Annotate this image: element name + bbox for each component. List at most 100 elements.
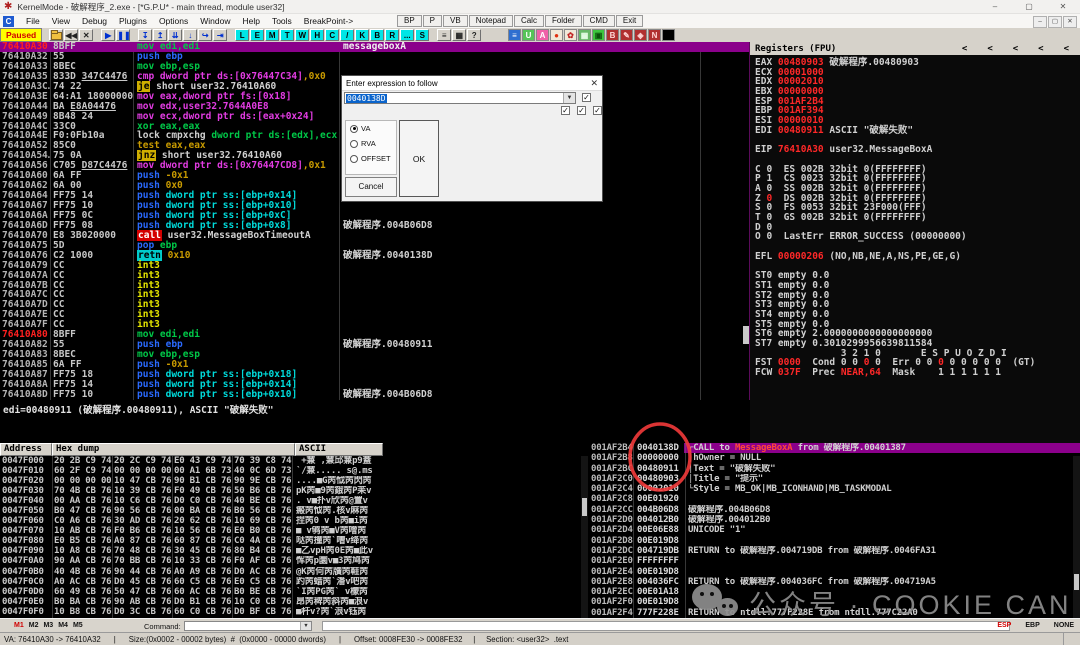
disasm-row[interactable]: 76410A7C CC int3	[0, 290, 749, 300]
hex-row[interactable]: 0047F0A0 90 AA CB 76 70 BB CB 76 10 33 CB 7…	[0, 556, 588, 566]
view-button-L[interactable]: L	[235, 29, 250, 41]
menu-item-tools[interactable]: Tools	[266, 16, 298, 26]
hex-row[interactable]: 0047F040 00 AA CB 76 10 C6 CB 76 D0 C0 CB 7…	[0, 496, 588, 506]
hex-header-ascii[interactable]: ASCII	[295, 443, 383, 456]
disasm-row[interactable]: 76410A83 8BEC mov ebp,esp	[0, 350, 749, 360]
disasm-row[interactable]: 76410A7F CC int3	[0, 320, 749, 330]
memory-mark-m4[interactable]: M4	[58, 622, 68, 629]
option-checkbox-1[interactable]: ✓	[582, 93, 591, 102]
step-button-1[interactable]: ↧	[138, 29, 153, 41]
stack-row[interactable]: 001AF2C0 00480903 │Title = "提示"	[588, 474, 1080, 484]
view-button-slash[interactable]: /	[340, 29, 355, 41]
quick-button-bp[interactable]: BP	[397, 15, 422, 27]
close-icon[interactable]: ✕	[590, 77, 598, 89]
disasm-row[interactable]: 76410A67 FF75 10 push dword ptr ss:[ebp+0x…	[0, 201, 749, 211]
blue-list-icon[interactable]: ≡	[508, 29, 521, 41]
option-checkbox-2[interactable]: ✓	[561, 106, 570, 115]
expression-input[interactable]: 0040138D ▼	[344, 92, 576, 104]
step-button-6[interactable]: ⇥	[213, 29, 228, 41]
red-diamond-icon[interactable]: ◈	[634, 29, 647, 41]
stack-row[interactable]: 001AF2E0 FFFFFFFF	[588, 556, 1080, 566]
quick-button-exit[interactable]: Exit	[615, 15, 644, 27]
quick-button-folder[interactable]: Folder	[544, 15, 582, 27]
green-grid-icon[interactable]: ▦	[578, 29, 591, 41]
option-checkbox-3[interactable]: ✓	[577, 106, 586, 115]
pause-button[interactable]: ❚❚	[116, 29, 131, 41]
disasm-row[interactable]: 76410A87 FF75 18 push dword ptr ss:[ebp+0x…	[0, 369, 749, 380]
stack-row[interactable]: 001AF2B4 0040138D ┌CALL to MessageBoxA fro…	[588, 443, 1080, 454]
hex-header-address[interactable]: Address	[0, 443, 52, 456]
view-button-H[interactable]: H	[310, 29, 325, 41]
minimize-icon[interactable]: –	[978, 0, 1012, 13]
stack-row[interactable]: 001AF2CC 004B06D8 破解程序.004B06D8	[588, 505, 1080, 515]
disasm-row[interactable]: 76410A7E CC int3	[0, 310, 749, 320]
view-button-B[interactable]: B	[370, 29, 385, 41]
open-file-button[interactable]	[49, 29, 64, 41]
view-button-dots[interactable]: ...	[400, 29, 415, 41]
cancel-button[interactable]: Cancel	[345, 177, 397, 197]
hex-row[interactable]: 0047F060 C0 A6 CB 76 30 AD CB 76 20 62 CB 7…	[0, 516, 588, 526]
mdi-child-icon[interactable]: C	[3, 15, 14, 27]
stack-row[interactable]: 001AF2C8 00E01920	[588, 494, 1080, 504]
view-button-M[interactable]: M	[265, 29, 280, 41]
stack-row[interactable]: 001AF2C4 00002010 └Style = MB_OK|MB_ICONHA…	[588, 484, 1080, 494]
flower-icon[interactable]: ✿	[564, 29, 577, 41]
hex-row[interactable]: 0047F0F0 10 B8 CB 76 D0 3C CB 76 60 C0 CB 7…	[0, 607, 588, 617]
stack-row[interactable]: 001AF2DC 004719DB RETURN to 破解程序.004719DB …	[588, 546, 1080, 556]
stack-row[interactable]: 001AF2D4 00E06E88 UNICODE "1"	[588, 525, 1080, 535]
chevron-down-icon[interactable]: ▼	[300, 621, 311, 630]
collapse-arrow-icon[interactable]: <	[1013, 44, 1018, 54]
view-button-K[interactable]: K	[355, 29, 370, 41]
disasm-row[interactable]: 76410A30 8BFF mov edi,edi messageboxA	[0, 42, 749, 52]
hex-row[interactable]: 0047F0C0 A0 AC CB 76 D0 45 CB 76 60 C5 CB 7…	[0, 577, 588, 587]
run-button[interactable]: ▶	[101, 29, 116, 41]
menu-item-view[interactable]: View	[46, 16, 76, 26]
step-button-5[interactable]: ↪	[198, 29, 213, 41]
hex-row[interactable]: 0047F0D0 60 49 CB 76 50 47 CB 76 60 AC CB 7…	[0, 587, 588, 597]
hexdump-panel[interactable]: Address Hex dump ASCII 0047F000 20 2B C9 74…	[0, 443, 588, 618]
collapse-arrow-icon[interactable]: <	[1038, 44, 1043, 54]
disasm-row[interactable]: 76410A7A CC int3	[0, 270, 749, 281]
disasm-row[interactable]: 76410A8D FF75 10 push dword ptr ss:[ebp+0x…	[0, 389, 749, 400]
registers-panel[interactable]: Registers (FPU) < < < < < EAX 00480903 破解程序.…	[750, 42, 1080, 443]
grid-icon[interactable]: ▦	[452, 29, 467, 41]
view-button-R[interactable]: R	[385, 29, 400, 41]
hex-row[interactable]: 0047F010 60 2F C9 74 00 00 00 00 00 A1 6B 7…	[0, 466, 588, 476]
disasm-row[interactable]: 76410A76 C2 1000 retn 0x10 破解程序.0040138D	[0, 249, 749, 261]
menu-item-breakpoint[interactable]: BreakPoint->	[298, 16, 359, 26]
red-b-icon[interactable]: B	[606, 29, 619, 41]
view-button-S[interactable]: S	[415, 29, 430, 41]
stack-row[interactable]: 001AF2D8 00E019D8	[588, 536, 1080, 546]
stack-row[interactable]: 001AF2BC 00480911 │Text = "破解失败"	[588, 464, 1080, 474]
collapse-arrow-icon[interactable]: <	[962, 44, 967, 54]
maximize-icon[interactable]: ▢	[1012, 0, 1046, 13]
disasm-row[interactable]: 76410A79 CC int3	[0, 260, 749, 271]
quick-button-calc[interactable]: Calc	[513, 15, 544, 27]
memory-mark-m3[interactable]: M3	[43, 622, 53, 629]
dialog-titlebar[interactable]: Enter expression to follow ✕	[342, 76, 602, 91]
stack-scrollbar[interactable]	[1073, 456, 1080, 618]
step-button-4[interactable]: ↓	[183, 29, 198, 41]
hex-row[interactable]: 0047F090 10 A8 CB 76 70 48 CB 76 30 45 CB 7…	[0, 546, 588, 556]
menu-item-help[interactable]: Help	[236, 16, 265, 26]
disasm-row[interactable]: 76410A82 55 push ebp 破解程序.00480911	[0, 340, 749, 350]
disasm-row[interactable]: 76410A32 55 push ebp	[0, 51, 749, 62]
red-pencil-icon[interactable]: ✎	[620, 29, 633, 41]
command-input[interactable]: ▼	[184, 620, 312, 631]
black-square-icon[interactable]	[662, 29, 675, 41]
list-icon[interactable]: ≡	[437, 29, 452, 41]
menu-item-file[interactable]: File	[20, 16, 46, 26]
stack-row[interactable]: 001AF2E4 00E019D8	[588, 567, 1080, 577]
pink-a-icon[interactable]: A	[536, 29, 549, 41]
close-icon[interactable]: ✕	[1046, 0, 1080, 13]
memory-mark-m2[interactable]: M2	[29, 622, 39, 629]
ok-button[interactable]: OK	[399, 120, 439, 197]
hex-row[interactable]: 0047F050 B0 47 CB 76 90 56 CB 76 00 BA CB 7…	[0, 506, 588, 516]
radio-option-offset[interactable]: OFFSET	[346, 151, 396, 166]
menu-item-options[interactable]: Options	[153, 16, 194, 26]
radio-option-va[interactable]: VA	[346, 121, 396, 136]
rewind-button[interactable]: ◀◀	[64, 29, 79, 41]
menu-item-debug[interactable]: Debug	[76, 16, 113, 26]
menu-item-plugins[interactable]: Plugins	[113, 16, 153, 26]
green-box-icon[interactable]: ▣	[592, 29, 605, 41]
